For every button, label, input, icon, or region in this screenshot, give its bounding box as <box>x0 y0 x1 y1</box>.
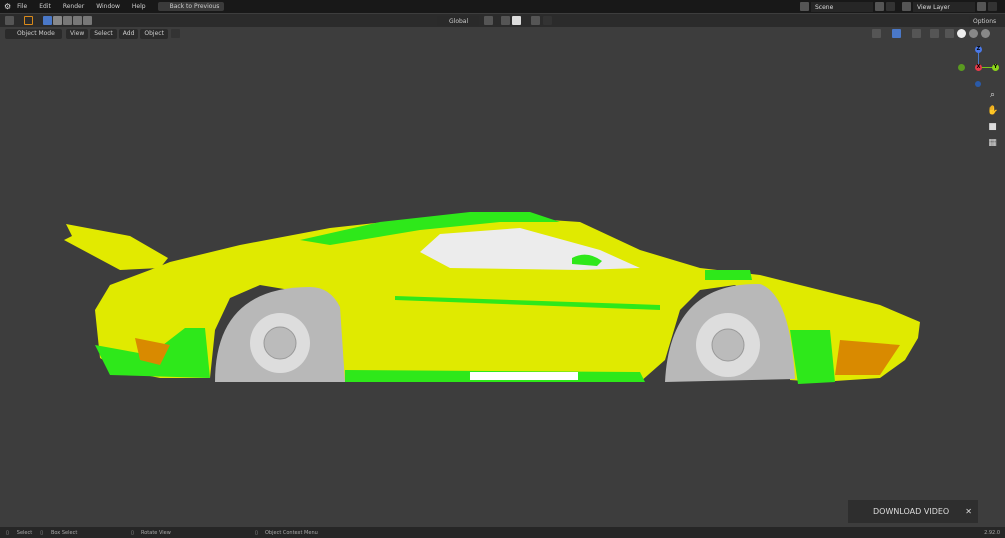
gizmo-x-axis[interactable]: X <box>975 64 982 71</box>
new-view-layer-icon[interactable] <box>977 2 986 11</box>
back-to-previous-button[interactable]: Back to Previous <box>157 2 225 11</box>
gizmo-z-axis[interactable]: Z <box>975 46 982 53</box>
menu-help[interactable]: Help <box>126 3 152 10</box>
delete-view-layer-icon[interactable] <box>988 2 997 11</box>
shading-rendered-icon[interactable] <box>981 29 990 38</box>
camera-icon[interactable]: ■ <box>987 122 998 133</box>
mouse-right-icon: ▯ <box>255 529 258 536</box>
hood-vent <box>705 270 752 280</box>
gpencil-icon[interactable] <box>170 29 180 38</box>
mouse-middle-icon: ▯ <box>131 529 134 536</box>
status-rotate: Rotate View <box>141 529 171 536</box>
version-label: 2.92.0 <box>984 529 1000 536</box>
visibility-icon[interactable] <box>872 29 881 38</box>
mode-intersect-icon[interactable] <box>83 16 92 25</box>
select-tool-icon[interactable] <box>24 16 33 25</box>
xray-icon[interactable] <box>930 29 939 38</box>
status-context-menu: Object Context Menu <box>265 529 318 536</box>
tool-header: Global Options <box>0 14 1005 27</box>
blender-logo-icon[interactable]: ⚙ <box>4 2 11 11</box>
menu-view[interactable]: View <box>66 28 89 39</box>
mode-dropdown[interactable]: Object Mode <box>5 28 62 39</box>
scene-icon[interactable] <box>800 2 809 11</box>
new-scene-icon[interactable] <box>875 2 884 11</box>
shading-material-icon[interactable] <box>969 29 978 38</box>
editor-type-icon[interactable] <box>5 16 14 25</box>
viewport-header: Object Mode View Select Add Object <box>0 27 1005 40</box>
status-select: Select <box>16 529 33 536</box>
menu-edit[interactable]: Edit <box>33 3 57 10</box>
mode-subtract-icon[interactable] <box>63 16 72 25</box>
mode-extend-icon[interactable] <box>53 16 62 25</box>
zoom-icon[interactable]: ⌕ <box>987 90 998 101</box>
status-box-select: Box Select <box>50 529 78 536</box>
gizmo-neg-y-axis[interactable] <box>958 64 965 71</box>
pivot-icon[interactable] <box>484 16 493 25</box>
orientation-dropdown[interactable]: Global <box>437 16 479 26</box>
mode-new-icon[interactable] <box>43 16 52 25</box>
menu-file[interactable]: File <box>11 3 33 10</box>
menu-window[interactable]: Window <box>90 3 126 10</box>
gizmo-neg-z-axis[interactable] <box>975 81 981 87</box>
gizmo-y-axis[interactable]: Y <box>992 64 999 71</box>
menu-render[interactable]: Render <box>57 3 90 10</box>
menu-select[interactable]: Select <box>90 28 117 39</box>
falloff-icon[interactable] <box>543 16 552 25</box>
gizmo-toggle-icon[interactable] <box>892 29 901 38</box>
download-video-banner[interactable]: DOWNLOAD VIDEO ✕ <box>848 500 978 523</box>
rear-wheel <box>215 287 345 382</box>
status-bar: ▯ Select ▯ Box Select ▯ Rotate View ▯ Ob… <box>0 527 1005 538</box>
pan-hand-icon[interactable]: ✋ <box>987 106 998 117</box>
delete-scene-icon[interactable] <box>886 2 895 11</box>
car-model <box>64 212 920 384</box>
menu-object[interactable]: Object <box>140 28 168 39</box>
view-layer-field[interactable]: View Layer <box>913 2 975 12</box>
mode-difference-icon[interactable] <box>73 16 82 25</box>
mouse-drag-icon: ▯ <box>40 529 43 536</box>
grid-icon[interactable]: ▦ <box>987 138 998 149</box>
options-dropdown[interactable]: Options <box>969 16 1001 26</box>
sill-white <box>470 372 578 380</box>
scene-field[interactable]: Scene <box>811 2 873 12</box>
proportional-edit-icon[interactable] <box>531 16 540 25</box>
download-video-button[interactable]: DOWNLOAD VIDEO <box>873 507 949 516</box>
snap-icon[interactable] <box>501 16 510 25</box>
top-bar: ⚙ File Edit Render Window Help Back to P… <box>0 0 1005 13</box>
overlay-icon[interactable] <box>912 29 921 38</box>
snap-target-icon[interactable] <box>512 16 521 25</box>
shading-wireframe-icon[interactable] <box>945 29 954 38</box>
menu-add[interactable]: Add <box>118 28 139 39</box>
mouse-left-icon: ▯ <box>6 529 9 536</box>
shading-solid-icon[interactable] <box>957 29 966 38</box>
view-layer-icon[interactable] <box>902 2 911 11</box>
close-icon[interactable]: ✕ <box>965 507 972 516</box>
spoiler <box>64 224 168 270</box>
